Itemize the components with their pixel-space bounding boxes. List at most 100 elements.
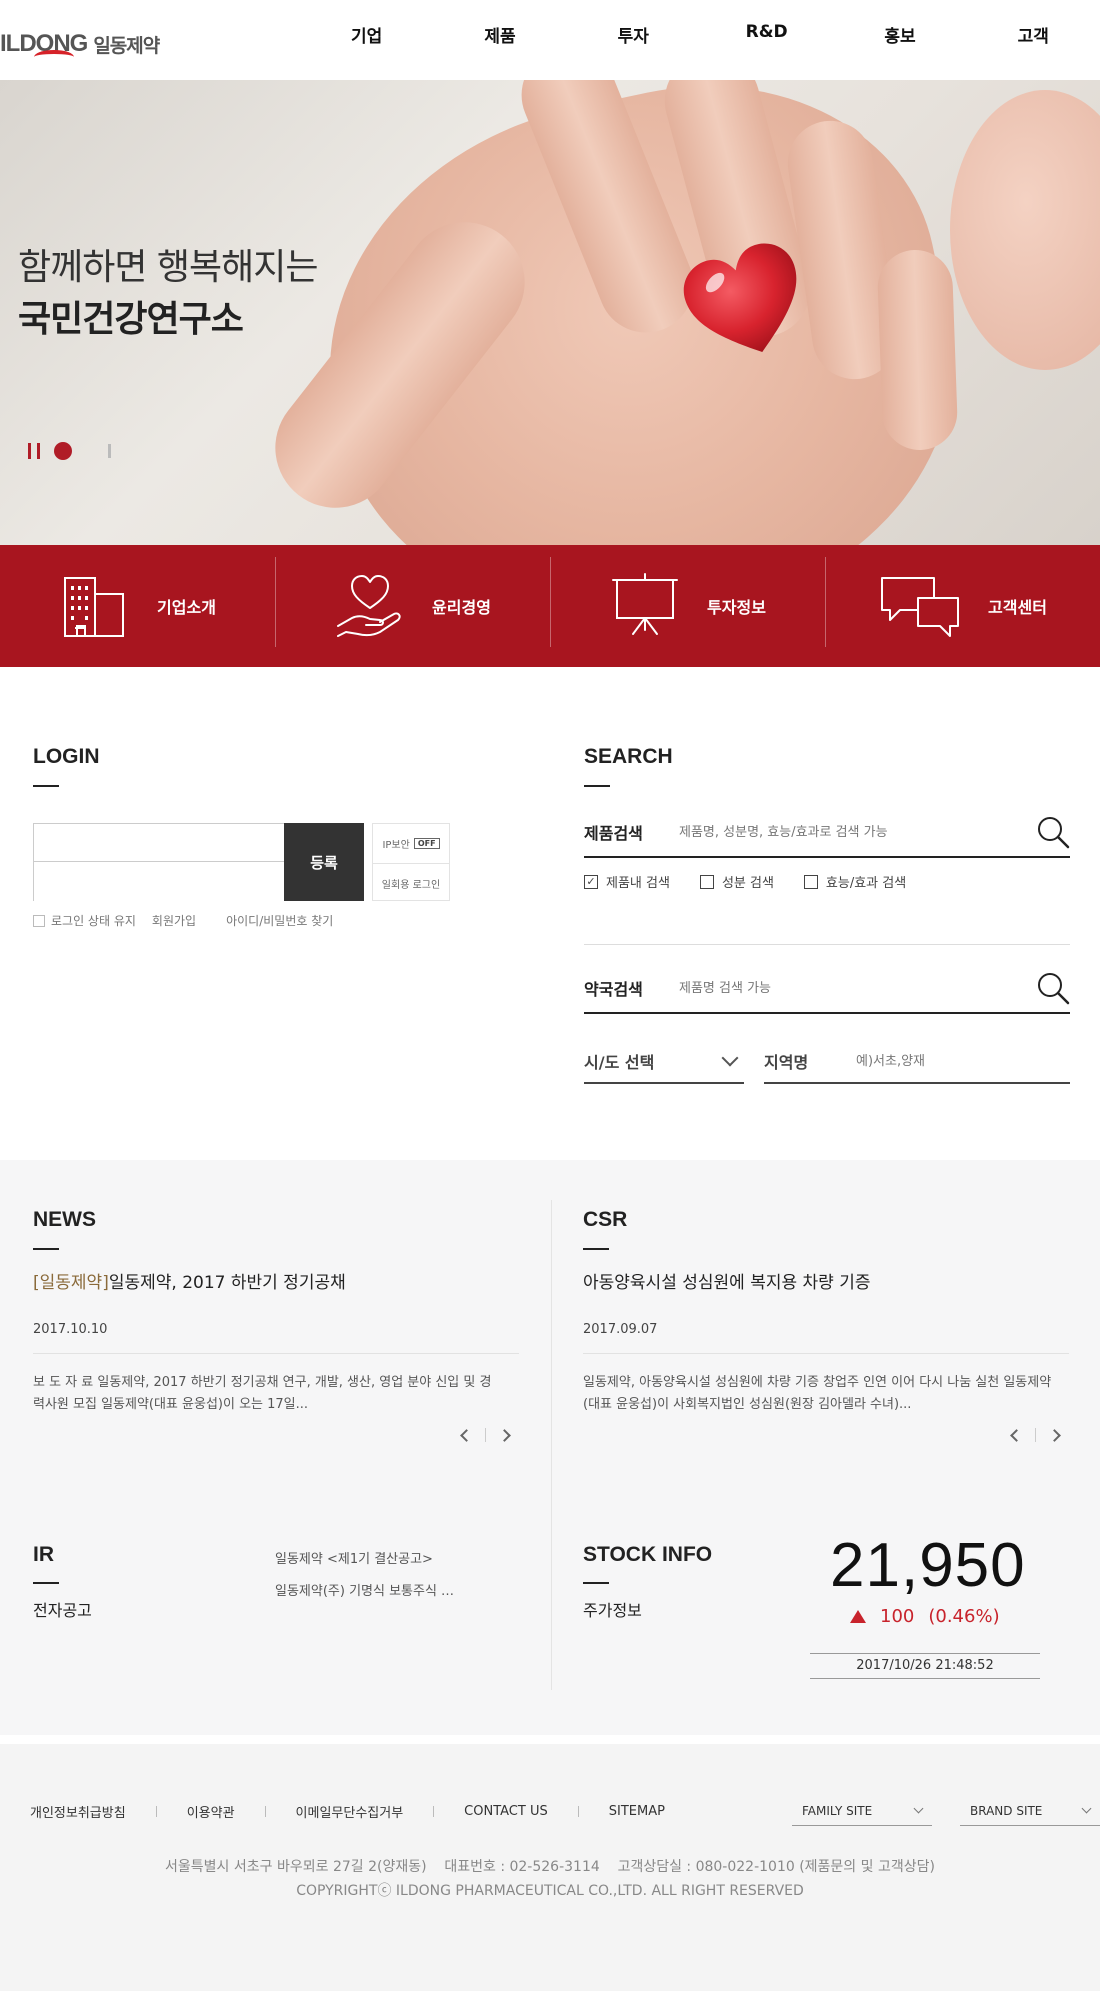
title-underline <box>584 785 610 787</box>
option-efficacy[interactable]: 효능/효과 검색 <box>803 872 907 891</box>
footer-link-contact[interactable]: CONTACT US <box>464 1804 548 1819</box>
nav-item-invest[interactable]: 투자 <box>567 22 700 47</box>
ir-subtitle[interactable]: 전자공고 <box>33 1597 92 1621</box>
footer-link-email-policy[interactable]: 이메일무단수집거부 <box>296 1802 404 1821</box>
login-submit-button[interactable]: 등록 <box>284 823 364 901</box>
stock-change-value: 100 <box>880 1606 915 1627</box>
region-label: 지역명 <box>764 1053 809 1072</box>
region-input[interactable] <box>856 1053 1070 1069</box>
footer-separator <box>155 1806 157 1817</box>
keep-login-checkbox[interactable] <box>33 914 45 927</box>
csr-headline[interactable]: 아동양육시설 성심원에 복지용 차량 기증 <box>583 1268 871 1293</box>
building-icon <box>64 577 125 637</box>
brand-site-label: BRAND SITE <box>970 1803 1043 1818</box>
option-label: 제품내 검색 <box>606 876 670 891</box>
divider <box>584 944 1070 945</box>
city-select[interactable]: 시/도 선택 <box>584 1040 744 1084</box>
city-select-label: 시/도 선택 <box>584 1053 655 1072</box>
divider <box>583 1353 1069 1354</box>
news-headline-text: 일동제약, 2017 하반기 정기공채 <box>108 1273 346 1293</box>
quick-item-invest[interactable]: 투자정보 <box>550 545 825 667</box>
chevron-right-icon[interactable] <box>1048 1428 1061 1442</box>
footer-link-sitemap[interactable]: SITEMAP <box>609 1804 665 1819</box>
stock-subtitle[interactable]: 주가정보 <box>583 1597 642 1621</box>
quick-menu-bar: 기업소개 윤리경영 투자정보 고객센터 <box>0 545 1100 667</box>
chevron-left-icon[interactable] <box>460 1428 473 1442</box>
brand-site-select[interactable]: BRAND SITE <box>960 1796 1100 1826</box>
pharmacy-search-input[interactable] <box>679 980 1036 996</box>
ir-notice-item[interactable]: 일동제약(주) 기명식 보통주식 … <box>275 1580 454 1599</box>
option-label: 성분 검색 <box>721 876 774 891</box>
ir-notice-item[interactable]: 일동제약 <제1기 결산공고> <box>275 1548 433 1567</box>
footer-link-privacy[interactable]: 개인정보취급방침 <box>30 1802 126 1821</box>
onetime-login-button[interactable]: 일회용 로그인 <box>373 863 449 902</box>
slide-dot-active[interactable] <box>54 442 72 460</box>
pause-icon[interactable] <box>28 443 40 459</box>
user-id-input[interactable] <box>34 824 284 862</box>
main-nav: 기업 제품 투자 R&D 홍보 고객 <box>300 22 1100 47</box>
chevron-right-icon[interactable] <box>498 1428 511 1442</box>
chevron-left-icon[interactable] <box>1010 1428 1023 1442</box>
csr-summary[interactable]: 일동제약, 아동양육시설 성심원에 차량 기증 창업주 인연 이어 다시 나눔 … <box>583 1372 1053 1416</box>
title-underline <box>583 1582 609 1584</box>
pager-divider <box>1035 1428 1036 1442</box>
quick-item-company[interactable]: 기업소개 <box>0 545 275 667</box>
news-headline[interactable]: [일동제약]일동제약, 2017 하반기 정기공채 <box>33 1268 346 1293</box>
slider-controls <box>28 442 111 460</box>
hero-baby-hand-image <box>950 90 1100 370</box>
title-underline <box>583 1248 609 1250</box>
logo[interactable]: ILDONG 일동제약 <box>0 28 160 60</box>
login-form: 등록 <box>33 823 364 901</box>
password-input[interactable] <box>34 863 284 901</box>
quick-label: 윤리경영 <box>432 598 491 617</box>
quick-label: 투자정보 <box>707 598 766 617</box>
nav-item-company[interactable]: 기업 <box>300 22 433 47</box>
checkbox-icon[interactable] <box>803 874 818 889</box>
hero-headline: 함께하면 행복해지는 <box>18 247 319 288</box>
arrow-up-icon <box>850 1610 866 1623</box>
option-product[interactable]: ✓ 제품내 검색 <box>584 872 670 891</box>
quick-label: 기업소개 <box>157 598 216 617</box>
chevron-down-icon <box>1081 1803 1092 1814</box>
login-links: 로그인 상태 유지 회원가입 아이디/비밀번호 찾기 <box>33 912 333 929</box>
pharmacy-search-label: 약국검색 <box>584 980 643 999</box>
pager-divider <box>485 1428 486 1442</box>
slide-indicator[interactable] <box>108 444 111 458</box>
family-site-label: FAMILY SITE <box>802 1803 873 1818</box>
find-account-link[interactable]: 아이디/비밀번호 찾기 <box>226 912 333 929</box>
quick-item-ethics[interactable]: 윤리경영 <box>275 545 550 667</box>
nav-item-products[interactable]: 제품 <box>433 22 566 47</box>
chevron-down-icon <box>913 1803 924 1814</box>
join-link[interactable]: 회원가입 <box>152 912 196 929</box>
csr-pager <box>1010 1428 1061 1442</box>
chat-bubbles-icon <box>881 577 960 637</box>
option-ingredient[interactable]: 성분 검색 <box>699 872 774 891</box>
nav-item-rnd[interactable]: R&D <box>700 22 833 47</box>
search-icon[interactable] <box>1036 971 1070 1005</box>
quick-item-customer[interactable]: 고객센터 <box>825 545 1100 667</box>
ip-security-toggle[interactable]: IP보안 OFF <box>373 824 449 863</box>
search-options: ✓ 제품내 검색 성분 검색 효능/효과 검색 <box>584 872 906 891</box>
search-icon[interactable] <box>1036 815 1070 849</box>
footer-link-terms[interactable]: 이용약관 <box>187 1802 235 1821</box>
divider <box>33 1353 519 1354</box>
footer-links: 개인정보취급방침 이용약관 이메일무단수집거부 CONTACT US SITEM… <box>30 1802 665 1821</box>
title-underline <box>33 1248 59 1250</box>
news-tag: [일동제약] <box>33 1273 109 1293</box>
news-date: 2017.10.10 <box>33 1322 108 1337</box>
nav-item-pr[interactable]: 홍보 <box>833 22 966 47</box>
logo-ko: 일동제약 <box>93 34 160 57</box>
checkbox-checked-icon[interactable]: ✓ <box>584 874 598 889</box>
hero-finger-image <box>876 248 959 452</box>
option-label: 효능/효과 검색 <box>825 876 907 891</box>
product-search-input[interactable] <box>679 824 1036 840</box>
family-site-select[interactable]: FAMILY SITE <box>792 1796 932 1826</box>
ip-security-state: OFF <box>413 838 440 849</box>
login-title: LOGIN <box>33 745 100 768</box>
checkbox-icon[interactable] <box>699 874 714 889</box>
news-summary[interactable]: 보 도 자 료 일동제약, 2017 하반기 정기공채 연구, 개발, 생산, … <box>33 1372 503 1416</box>
chevron-down-icon <box>721 1049 739 1067</box>
logo-swoosh-icon <box>34 50 74 64</box>
keep-login-label[interactable]: 로그인 상태 유지 <box>51 912 136 929</box>
nav-item-customer[interactable]: 고객 <box>967 22 1100 47</box>
